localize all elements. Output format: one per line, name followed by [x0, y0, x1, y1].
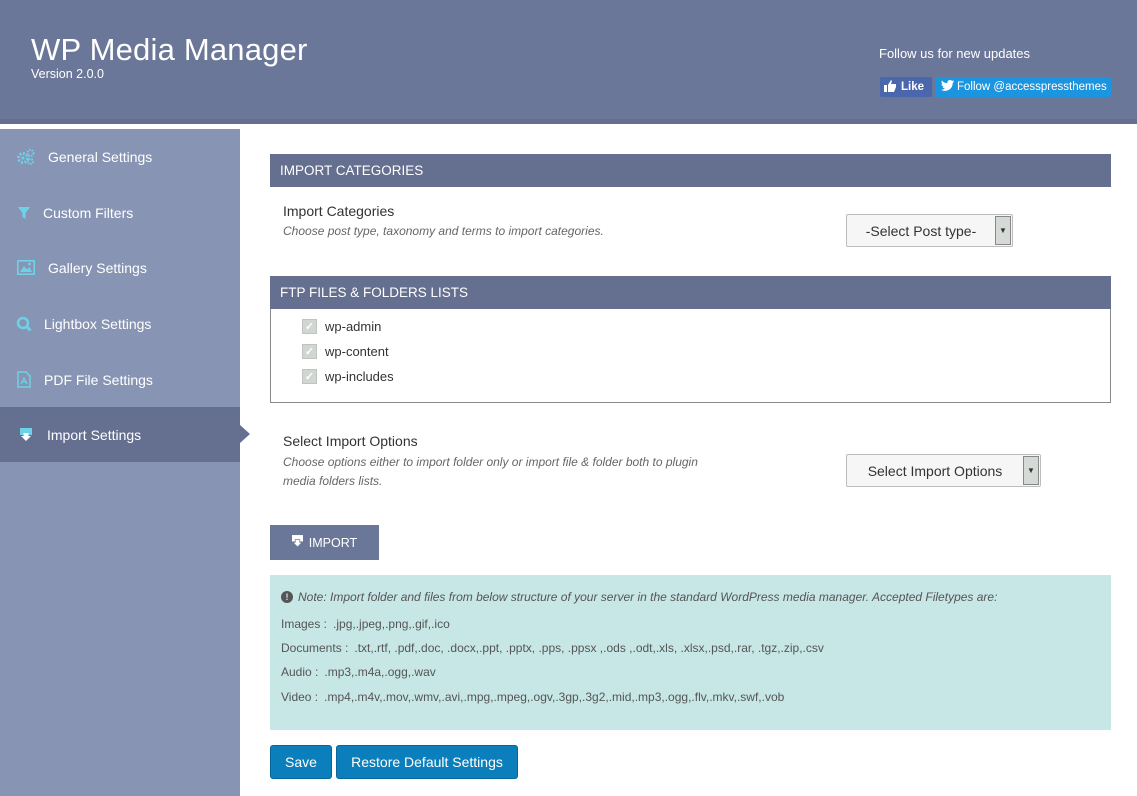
like-label: Like [901, 81, 925, 93]
filter-icon [14, 203, 34, 223]
search-icon [14, 314, 34, 334]
filetype-row: Video : .mp4,.m4v,.mov,.wmv,.avi,.mpg,.mp… [281, 690, 784, 704]
chevron-down-icon: ▼ [995, 216, 1011, 245]
pdf-file-icon [14, 370, 34, 390]
note-text-line: ! Note: Import folder and files from bel… [281, 590, 997, 604]
filetype-row: Images : .jpg,.jpeg,.png,.gif,.ico [281, 617, 450, 631]
ftp-files-header: FTP FILES & FOLDERS LISTS [270, 276, 1111, 309]
app-header: WP Media Manager Version 2.0.0 Follow us… [0, 0, 1137, 124]
ftp-folder-item[interactable]: ✓ wp-admin [302, 319, 381, 334]
import-options-select[interactable]: Select Import Options ▼ [846, 454, 1041, 487]
app-version: Version 2.0.0 [31, 67, 104, 81]
filetype-value: .mp4,.m4v,.mov,.wmv,.avi,.mpg,.mpeg,.ogv… [324, 690, 785, 704]
sidebar-item-label: General Settings [48, 148, 153, 165]
note-text: Note: Import folder and files from below… [298, 590, 998, 604]
twitter-label: Follow @accesspressthemes [957, 81, 1107, 93]
filetype-label: Images : [281, 617, 328, 631]
import-icon [16, 425, 36, 445]
active-item-indicator [240, 425, 250, 443]
ftp-folder-label: wp-admin [325, 319, 382, 334]
thumbs-up-icon [884, 79, 897, 95]
filetype-label: Documents : [281, 641, 349, 655]
sidebar-item-general-settings[interactable]: General Settings [0, 129, 240, 184]
sidebar-item-label: Gallery Settings [48, 259, 147, 276]
post-type-select-value: -Select Post type- [865, 222, 977, 239]
description-line: Choose options either to import folder o… [283, 455, 698, 469]
sidebar-item-gallery-settings[interactable]: Gallery Settings [0, 240, 240, 295]
checkbox-checked-icon[interactable]: ✓ [302, 369, 317, 384]
twitter-follow-button[interactable]: Follow @accesspressthemes [935, 77, 1111, 97]
import-categories-label: Import Categories [283, 203, 395, 219]
sidebar-item-label: PDF File Settings [44, 371, 153, 388]
ftp-folder-label: wp-content [325, 344, 389, 359]
sidebar-item-import-settings[interactable]: Import Settings [0, 407, 240, 462]
import-button[interactable]: IMPORT [270, 525, 379, 560]
sidebar-item-label: Custom Filters [43, 204, 134, 221]
checkbox-checked-icon[interactable]: ✓ [302, 344, 317, 359]
import-icon [291, 535, 303, 550]
sidebar-item-label: Lightbox Settings [44, 315, 152, 332]
import-options-description: Choose options either to import folder o… [283, 453, 698, 491]
ftp-folder-item[interactable]: ✓ wp-content [302, 344, 389, 359]
sidebar-item-custom-filters[interactable]: Custom Filters [0, 185, 240, 240]
checkbox-checked-icon[interactable]: ✓ [302, 319, 317, 334]
sidebar-item-pdf-file-settings[interactable]: PDF File Settings [0, 352, 240, 407]
ftp-folder-label: wp-includes [325, 369, 394, 384]
filetypes-note: ! Note: Import folder and files from bel… [270, 575, 1111, 730]
filetype-value: .mp3,.m4a,.ogg,.wav [324, 665, 436, 679]
import-button-label: IMPORT [308, 535, 358, 550]
sidebar-item-label: Import Settings [47, 426, 142, 443]
image-icon [16, 258, 36, 278]
chevron-down-icon: ▼ [1023, 456, 1039, 485]
ftp-folder-item[interactable]: ✓ wp-includes [302, 369, 394, 384]
filetype-value: .jpg,.jpeg,.png,.gif,.ico [333, 617, 450, 631]
facebook-like-button[interactable]: Like [880, 77, 932, 97]
gears-icon [16, 147, 36, 167]
sidebar-item-lightbox-settings[interactable]: Lightbox Settings [0, 296, 240, 351]
ftp-folder-list: ✓ wp-admin ✓ wp-content ✓ wp-includes [270, 309, 1111, 403]
import-categories-header: IMPORT CATEGORIES [270, 154, 1111, 187]
post-type-select[interactable]: -Select Post type- ▼ [846, 214, 1013, 247]
app-title: WP Media Manager [31, 32, 308, 67]
filetype-label: Video : [281, 690, 319, 704]
save-button[interactable]: Save [270, 745, 332, 779]
description-line: media folders lists. [283, 474, 383, 488]
follow-text: Follow us for new updates [879, 46, 1031, 61]
sidebar: General Settings Custom Filters Gallery … [0, 129, 240, 796]
filetype-label: Audio : [281, 665, 319, 679]
import-options-select-value: Select Import Options [867, 462, 1003, 479]
exclamation-circle-icon: ! [281, 591, 293, 603]
import-options-label: Select Import Options [283, 433, 418, 449]
twitter-bird-icon [941, 80, 954, 94]
filetype-row: Audio : .mp3,.m4a,.ogg,.wav [281, 665, 436, 679]
filetype-value: .txt,.rtf, .pdf,.doc, .docx,.ppt, .pptx,… [354, 641, 824, 655]
restore-defaults-button[interactable]: Restore Default Settings [336, 745, 518, 779]
filetype-row: Documents : .txt,.rtf, .pdf,.doc, .docx,.… [281, 641, 824, 655]
import-categories-description: Choose post type, taxonomy and terms to … [283, 224, 604, 238]
